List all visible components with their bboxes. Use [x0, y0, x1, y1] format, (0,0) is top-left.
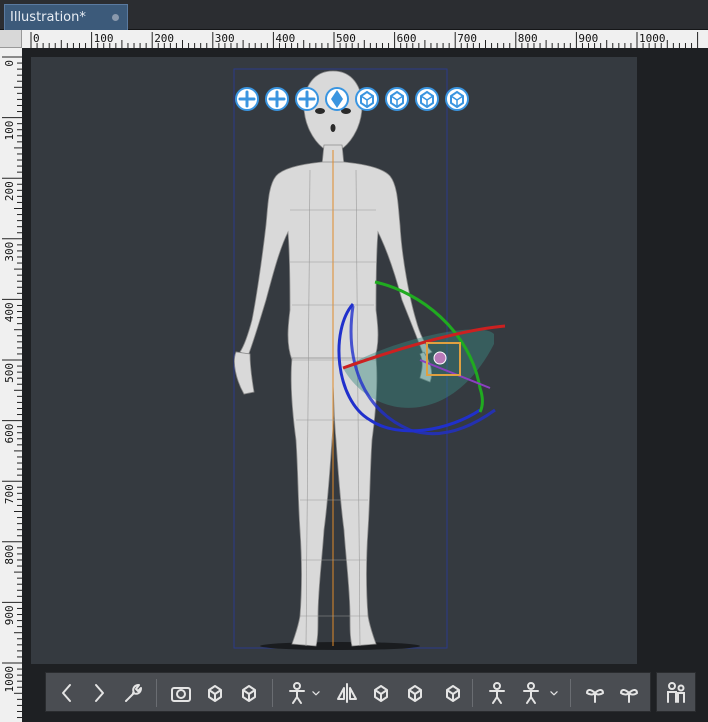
pan-camera-icon[interactable] [263, 84, 291, 114]
next-icon[interactable] [84, 677, 114, 709]
move-model-icon[interactable] [413, 84, 441, 114]
previous-icon[interactable] [52, 677, 82, 709]
extra-toolbar [656, 672, 696, 712]
toolbar-separator [570, 679, 571, 707]
dropdown-icon[interactable] [546, 677, 562, 709]
flip-icon[interactable] [332, 677, 362, 709]
unlock-joint-icon[interactable] [614, 677, 644, 709]
toolbar-separator [272, 679, 273, 707]
rotate-camera-icon[interactable] [233, 84, 261, 114]
object-launcher-toolbar [45, 672, 651, 712]
rotate-model-icon[interactable] [353, 84, 381, 114]
toolbar-separator [156, 679, 157, 707]
pose-reset-icon[interactable] [366, 677, 396, 709]
camera-icon[interactable] [166, 677, 196, 709]
toolbar-separator [472, 679, 473, 707]
zoom-camera-icon[interactable] [293, 84, 321, 114]
body-shape-icon[interactable] [482, 677, 512, 709]
figure-scale-icon[interactable] [661, 677, 691, 709]
rotate-model-y-icon[interactable] [383, 84, 411, 114]
save-model-icon[interactable] [400, 677, 430, 709]
model-manipulator-bar [233, 84, 477, 116]
dropdown-icon[interactable] [308, 677, 324, 709]
ground-shadow [260, 642, 420, 650]
ruler-corner [0, 30, 22, 48]
ground-icon[interactable] [234, 677, 264, 709]
move-plane-icon[interactable] [323, 84, 351, 114]
body-type-icon[interactable] [516, 677, 546, 709]
settings-wrench-icon[interactable] [118, 677, 148, 709]
reset-model-icon[interactable] [443, 84, 471, 114]
lock-joint-icon[interactable] [580, 677, 610, 709]
reset-rotation-icon[interactable] [438, 677, 468, 709]
fit-view-icon[interactable] [200, 677, 230, 709]
